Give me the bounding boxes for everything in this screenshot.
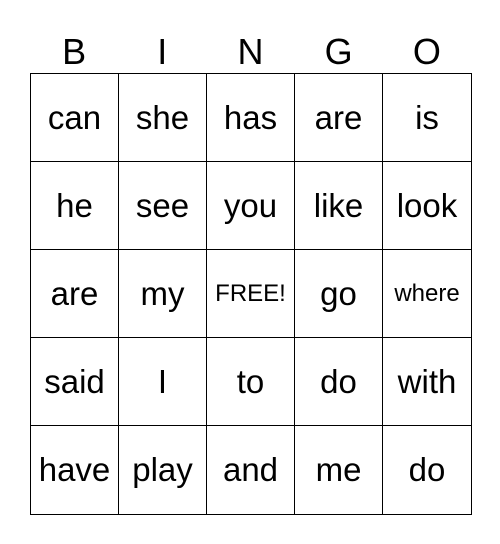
bingo-cell: look — [383, 162, 471, 250]
free-space-cell: FREE! — [207, 250, 295, 338]
bingo-cell: like — [295, 162, 383, 250]
header-letter: G — [324, 31, 353, 72]
bingo-grid: can she has are is he see you like look are my FREE!… — [30, 73, 472, 515]
header-letter: B — [62, 31, 87, 72]
bingo-cell: and — [207, 426, 295, 514]
bingo-cell: can — [31, 74, 119, 162]
bingo-cell: are — [295, 74, 383, 162]
bingo-cell: said — [31, 338, 119, 426]
header-letter: O — [412, 31, 441, 72]
header-letter: I — [157, 31, 168, 72]
bingo-cell: she — [119, 74, 207, 162]
bingo-cell: do — [295, 338, 383, 426]
bingo-cell: are — [31, 250, 119, 338]
bingo-cell: do — [408, 451, 446, 488]
bingo-cell: play — [119, 426, 207, 514]
bingo-cell: he — [31, 162, 119, 250]
bingo-cell: is — [383, 74, 471, 162]
bingo-header: BINGO — [30, 30, 471, 74]
bingo-cell: with — [383, 338, 471, 426]
bingo-cell: to — [207, 338, 295, 426]
bingo-cell: me — [295, 426, 383, 514]
header-letter: N — [237, 31, 264, 72]
bingo-cell: you — [207, 162, 295, 250]
bingo-cell: where — [383, 250, 471, 338]
bingo-cell: see — [119, 162, 207, 250]
bingo-cell: I — [119, 338, 207, 426]
bingo-cell: go — [295, 250, 383, 338]
bingo-cell: has — [207, 74, 295, 162]
bingo-cell: my — [119, 250, 207, 338]
bingo-cell: have — [31, 426, 119, 514]
